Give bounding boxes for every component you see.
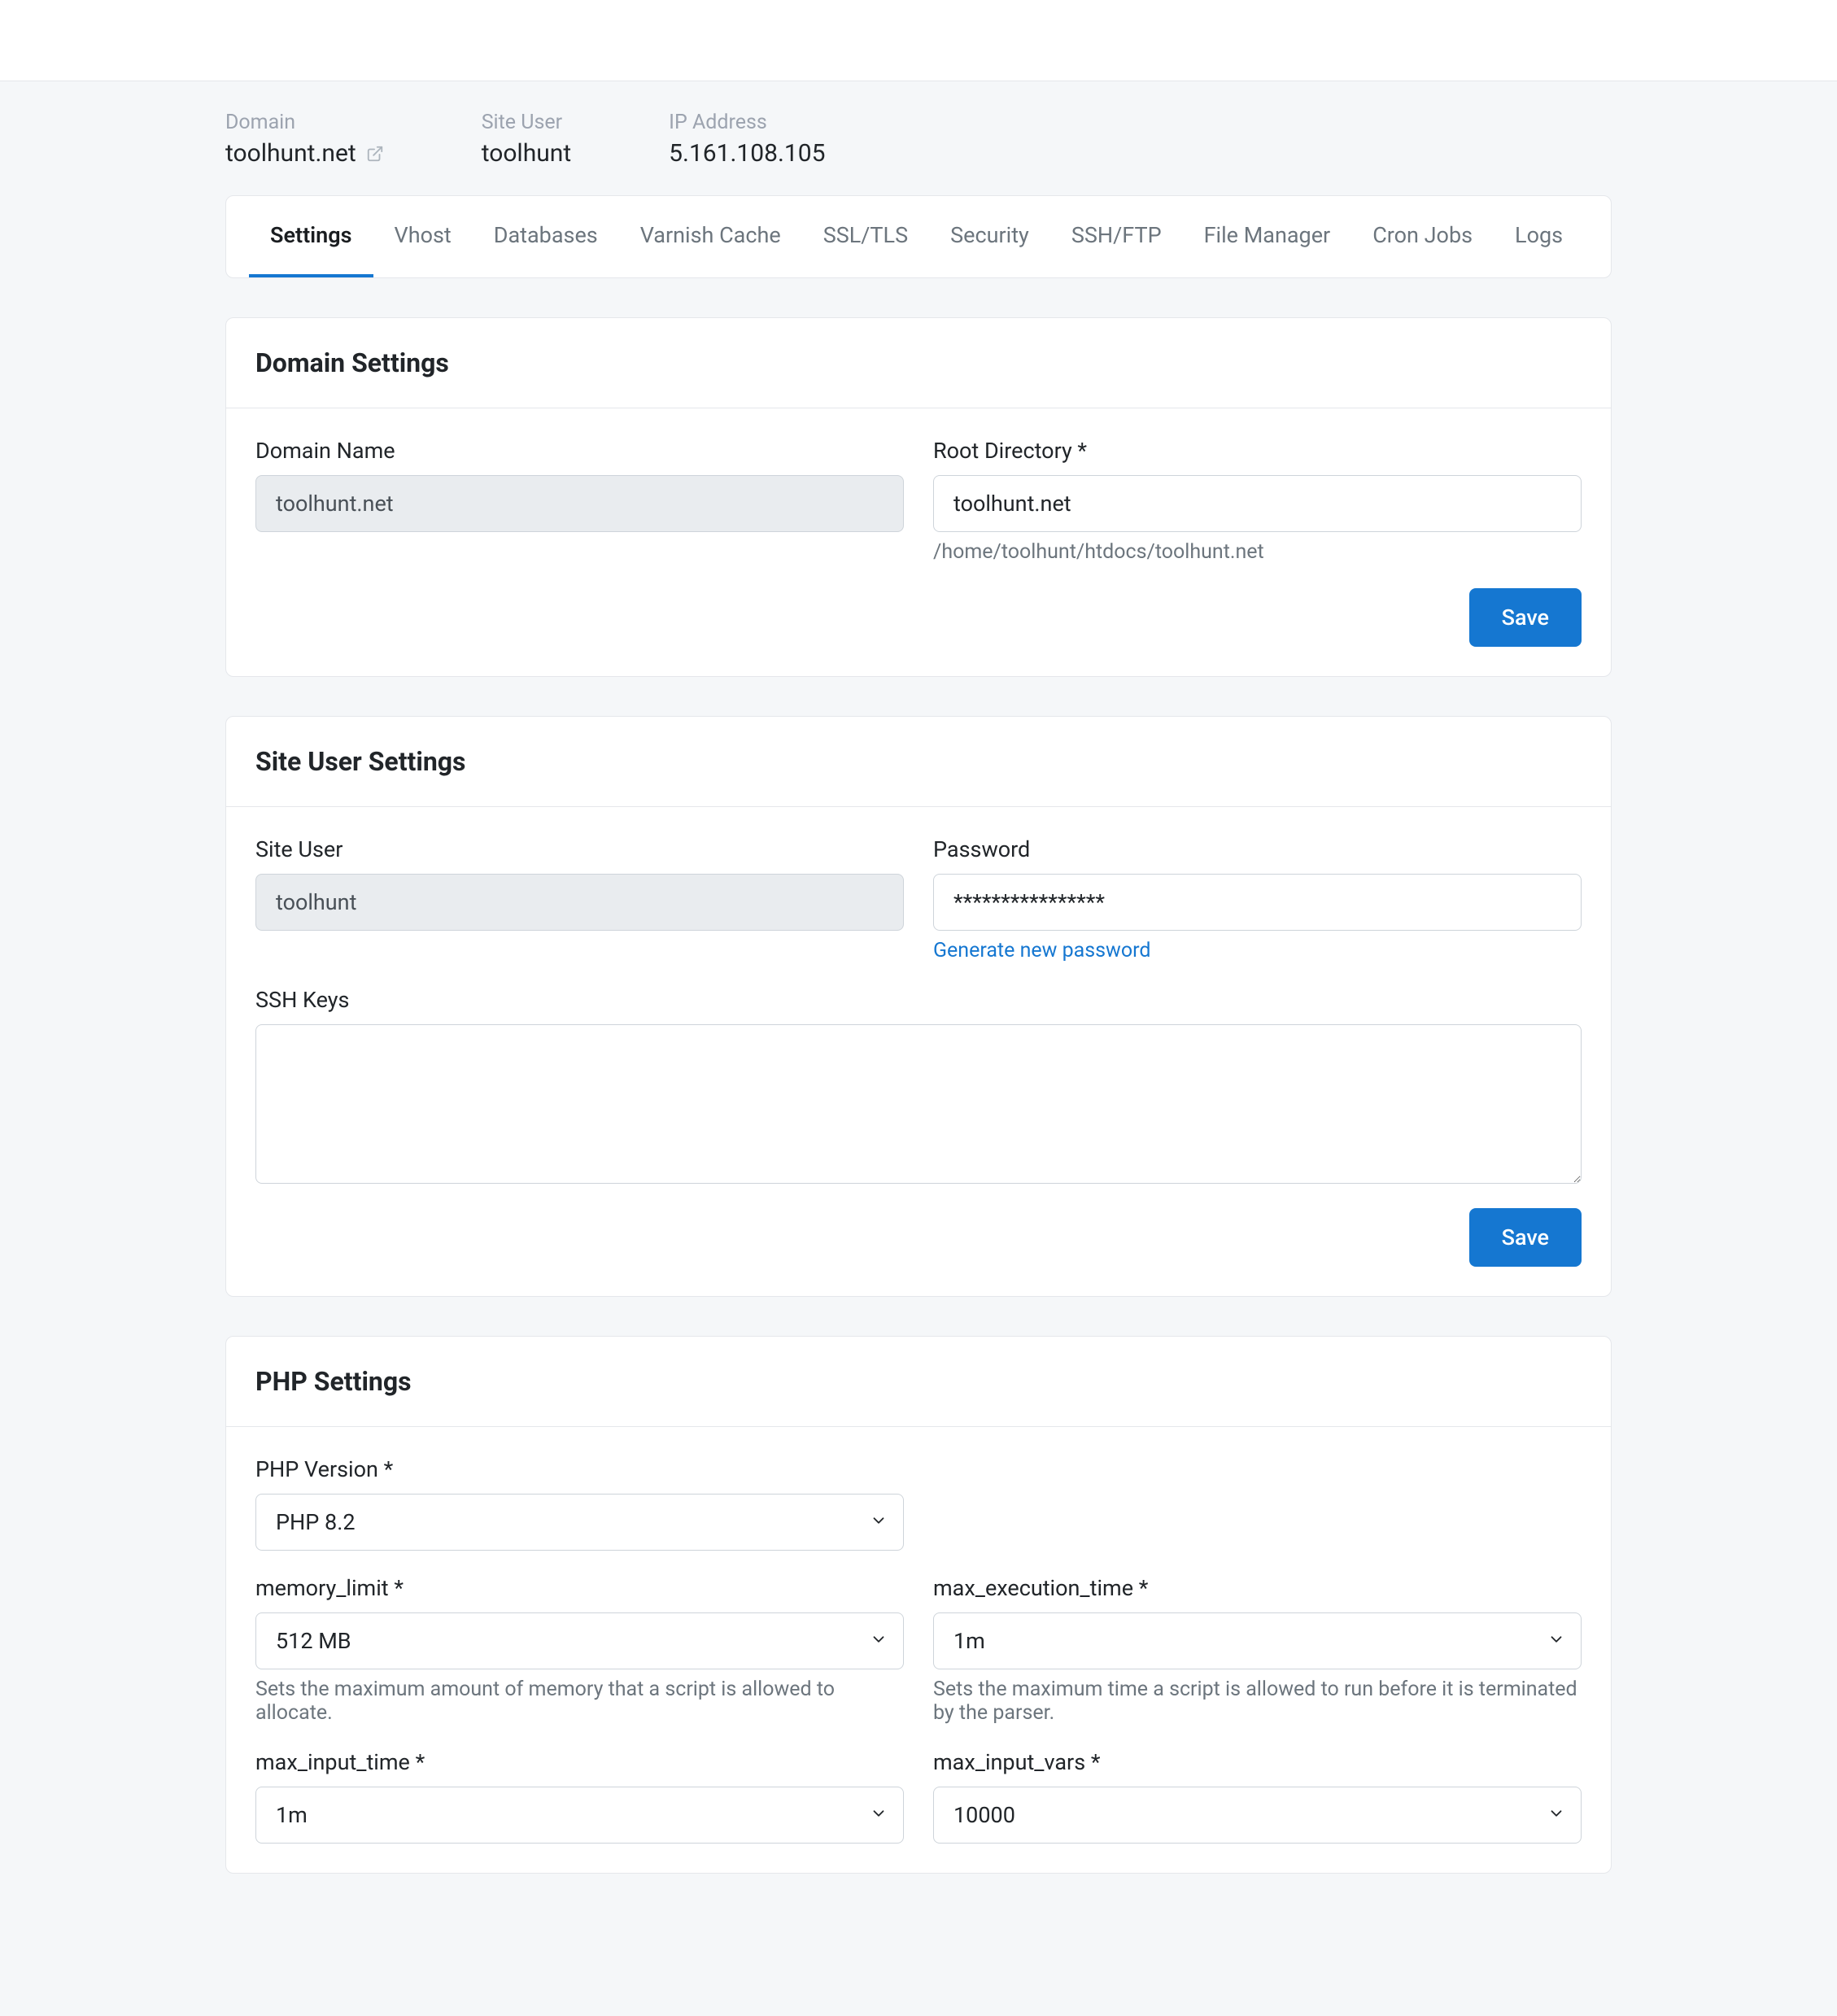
memory-limit-select[interactable]: 512 MB bbox=[255, 1612, 904, 1669]
domain-value: toolhunt.net bbox=[225, 139, 356, 168]
tab-cron-jobs[interactable]: Cron Jobs bbox=[1351, 196, 1494, 277]
tab-ssh-ftp[interactable]: SSH/FTP bbox=[1050, 196, 1183, 277]
max-input-time-label: max_input_time * bbox=[255, 1749, 904, 1775]
ip-label: IP Address bbox=[669, 111, 825, 134]
ssh-keys-textarea[interactable] bbox=[255, 1024, 1582, 1184]
ssh-keys-label: SSH Keys bbox=[255, 987, 1582, 1013]
tab-logs[interactable]: Logs bbox=[1494, 196, 1584, 277]
php-settings-title: PHP Settings bbox=[255, 1366, 1582, 1397]
memory-limit-help: Sets the maximum amount of memory that a… bbox=[255, 1678, 904, 1725]
tab-databases[interactable]: Databases bbox=[473, 196, 619, 277]
ip-value: 5.161.108.105 bbox=[669, 139, 825, 168]
site-user-input bbox=[255, 874, 904, 931]
ip-info-block: IP Address 5.161.108.105 bbox=[669, 111, 825, 168]
site-user-settings-card: Site User Settings Site User Password Ge… bbox=[225, 716, 1612, 1297]
tab-vhost[interactable]: Vhost bbox=[373, 196, 473, 277]
tab-ssl-tls[interactable]: SSL/TLS bbox=[802, 196, 929, 277]
php-version-select[interactable]: PHP 8.2 bbox=[255, 1494, 904, 1551]
password-input[interactable] bbox=[933, 874, 1582, 931]
save-button[interactable]: Save bbox=[1469, 1208, 1582, 1267]
memory-limit-label: memory_limit * bbox=[255, 1575, 904, 1601]
max-execution-time-label: max_execution_time * bbox=[933, 1575, 1582, 1601]
max-execution-time-help: Sets the maximum time a script is allowe… bbox=[933, 1678, 1582, 1725]
site-user-settings-title: Site User Settings bbox=[255, 746, 1582, 777]
domain-info-block: Domain toolhunt.net bbox=[225, 111, 384, 168]
domain-settings-title: Domain Settings bbox=[255, 347, 1582, 378]
top-bar bbox=[0, 0, 1837, 81]
root-directory-help: /home/toolhunt/htdocs/toolhunt.net bbox=[933, 540, 1582, 564]
tab-file-manager[interactable]: File Manager bbox=[1183, 196, 1352, 277]
domain-label: Domain bbox=[225, 111, 384, 134]
password-label: Password bbox=[933, 836, 1582, 862]
external-link-icon[interactable] bbox=[366, 145, 384, 163]
domain-settings-card: Domain Settings Domain Name Root Directo… bbox=[225, 317, 1612, 677]
save-button[interactable]: Save bbox=[1469, 588, 1582, 647]
php-settings-card: PHP Settings PHP Version * PHP 8.2 bbox=[225, 1336, 1612, 1874]
tab-settings[interactable]: Settings bbox=[249, 196, 373, 277]
max-input-vars-label: max_input_vars * bbox=[933, 1749, 1582, 1775]
site-header-info: Domain toolhunt.net Site User toolhunt I… bbox=[225, 81, 1612, 195]
tab-security[interactable]: Security bbox=[929, 196, 1050, 277]
tab-varnish-cache[interactable]: Varnish Cache bbox=[619, 196, 802, 277]
generate-password-link[interactable]: Generate new password bbox=[933, 939, 1582, 962]
root-directory-label: Root Directory * bbox=[933, 438, 1582, 464]
site-user-field-label: Site User bbox=[255, 836, 904, 862]
site-user-label: Site User bbox=[482, 111, 571, 134]
max-input-vars-select[interactable]: 10000 bbox=[933, 1787, 1582, 1844]
site-user-value: toolhunt bbox=[482, 139, 571, 168]
max-execution-time-select[interactable]: 1m bbox=[933, 1612, 1582, 1669]
tabs-row: Settings Vhost Databases Varnish Cache S… bbox=[226, 196, 1611, 277]
domain-name-label: Domain Name bbox=[255, 438, 904, 464]
site-user-info-block: Site User toolhunt bbox=[482, 111, 571, 168]
php-version-label: PHP Version * bbox=[255, 1456, 904, 1482]
root-directory-input[interactable] bbox=[933, 475, 1582, 532]
max-input-time-select[interactable]: 1m bbox=[255, 1787, 904, 1844]
domain-name-input bbox=[255, 475, 904, 532]
tabs-card: Settings Vhost Databases Varnish Cache S… bbox=[225, 195, 1612, 278]
